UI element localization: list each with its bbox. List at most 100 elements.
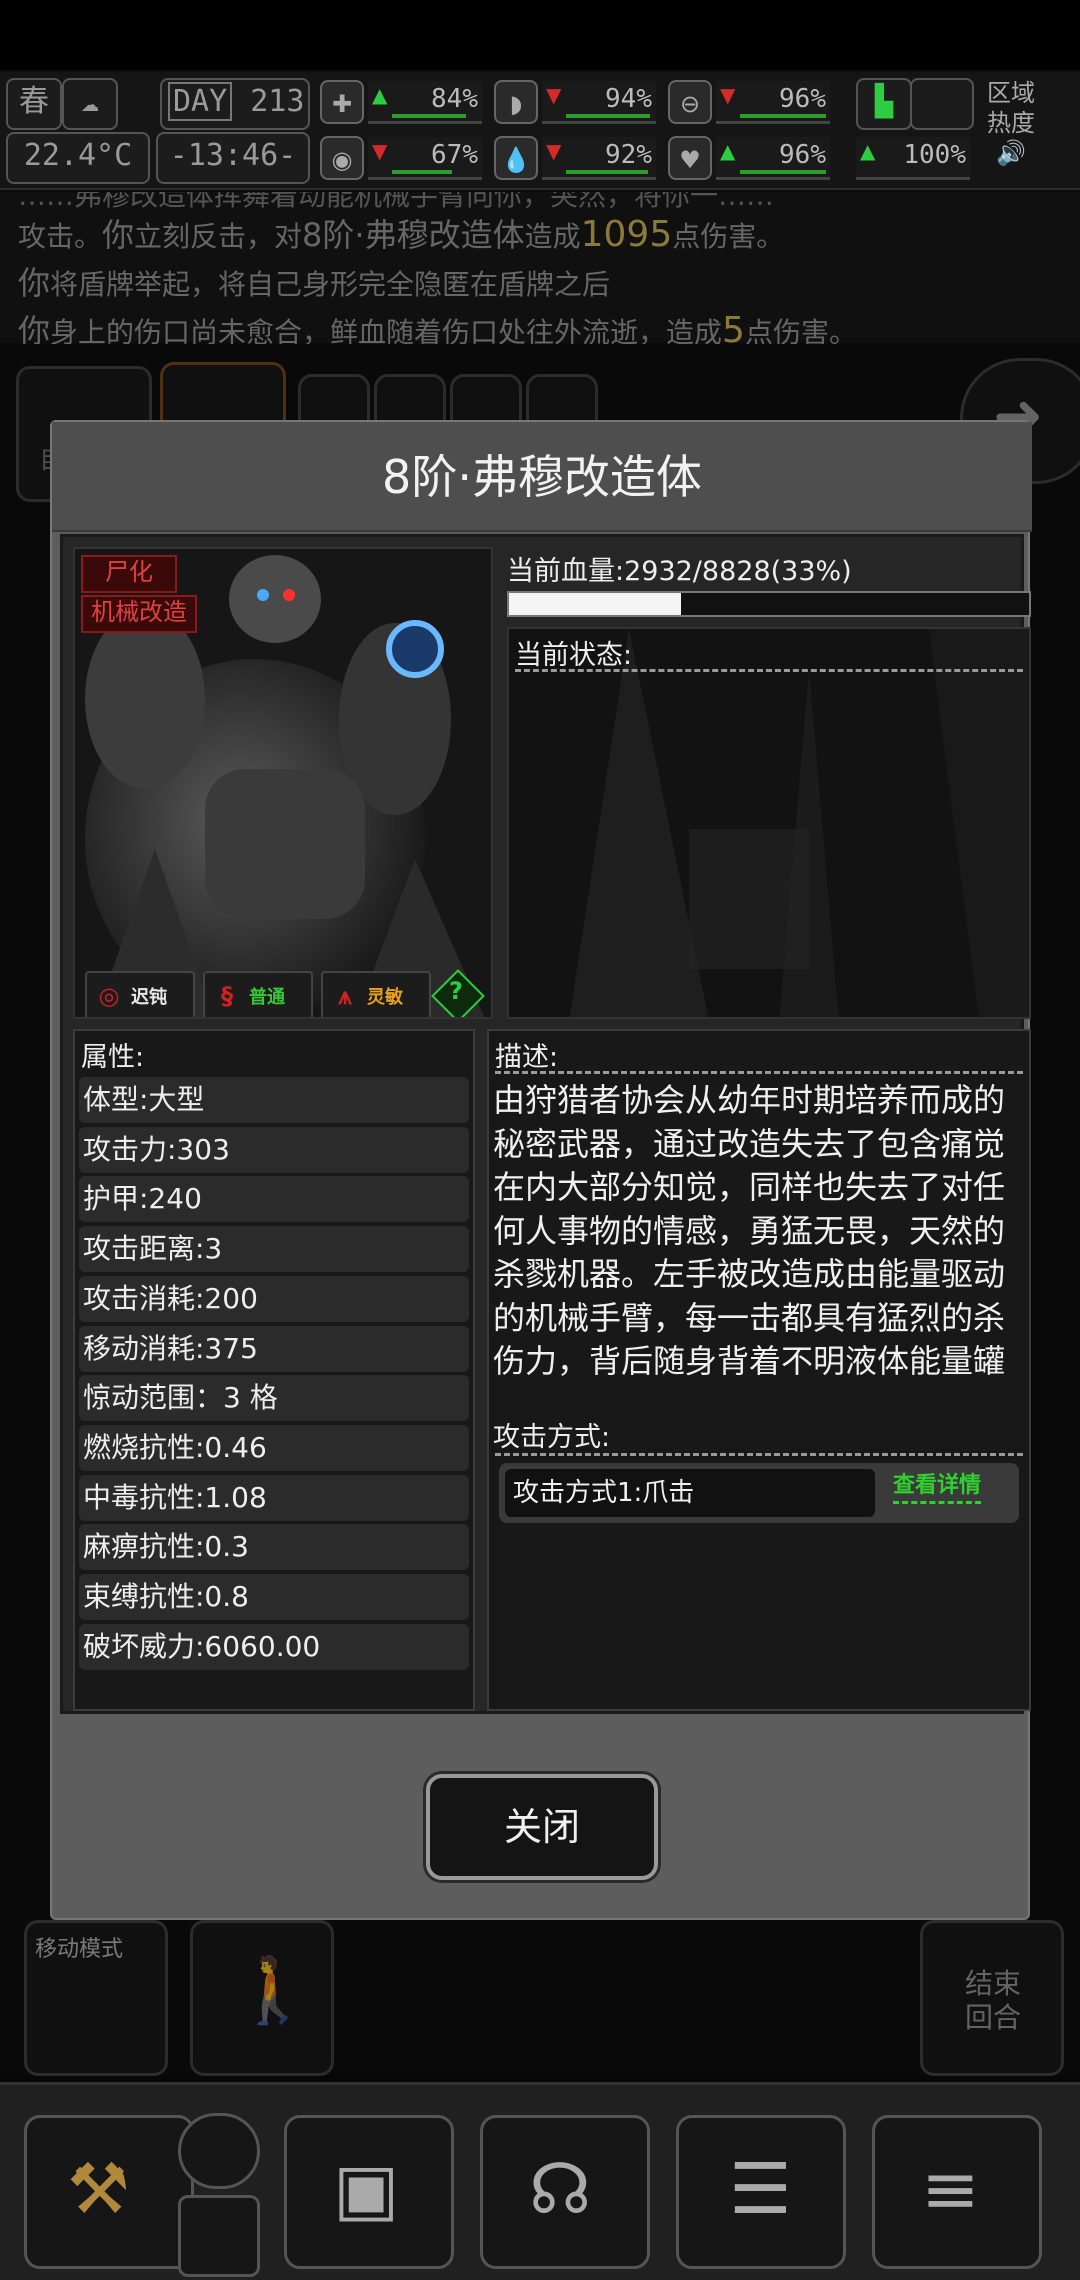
stat-medicine: ⊖ ▼ 96% <box>668 78 830 126</box>
heart-icon: ♥ <box>668 136 712 180</box>
combat-log: ……弗穆改造体挥舞着动能机械手臂向你，突然，将你一…… 攻击。你立刻反击，对8阶… <box>0 192 1080 351</box>
attribute-row: 中毒抗性:1.08 <box>79 1474 469 1521</box>
time-value: -13:46- <box>169 138 297 173</box>
log-line-1: 攻击。你立刻反击，对8阶·弗穆改造体造成1095点伤害。 <box>18 214 785 255</box>
day-number: 213 <box>250 84 305 119</box>
attribute-row: 护甲:240 <box>79 1176 469 1223</box>
hp-label: 当前血量:2932/8828(33%) <box>507 556 852 587</box>
time-box: -13:46- <box>156 132 310 184</box>
attack-item: 攻击方式1:爪击 查看详情 <box>499 1463 1019 1523</box>
zone-heat-button[interactable]: 区域 热度 🔊 <box>976 78 1046 178</box>
menu-icon: ≡ <box>921 2148 980 2230</box>
stat-sanity-bar <box>392 169 452 174</box>
attribute-row: 破坏威力:6060.00 <box>79 1623 469 1670</box>
speaker-icon: 🔊 <box>996 139 1026 167</box>
sense-sight-label: 迟钝 <box>131 987 167 1008</box>
attributes-header: 属性: <box>81 1042 145 1073</box>
status-header: 当前状态: <box>515 640 633 671</box>
attribute-row: 移动消耗:375 <box>79 1325 469 1372</box>
eye-sense-icon: ◎ <box>98 982 120 1010</box>
ear-sense-icon: § <box>221 982 233 1010</box>
stomach-icon: ◗ <box>494 80 538 124</box>
journal-button[interactable]: ☰ <box>676 2115 846 2269</box>
attribute-row: 攻击距离:3 <box>79 1226 469 1273</box>
skill-button[interactable] <box>178 2113 260 2189</box>
sub-skill-button[interactable] <box>178 2195 260 2277</box>
day-label: DAY <box>168 82 233 121</box>
hp-bar-fill <box>509 593 681 615</box>
hud-panel: 春 ☁ DAY 213 22.4°C -13:46- ✚ ▲ 84% ◗ ▼ 94%… <box>0 72 1080 190</box>
hammer-icon: ⚒ <box>67 2148 130 2230</box>
attack-header: 攻击方式: <box>493 1422 611 1453</box>
stat-thirst-bar <box>566 169 648 174</box>
status-background-art <box>509 629 1029 1017</box>
main-menu-button[interactable]: ≡ <box>872 2115 1042 2269</box>
stat-mood-value: 96% <box>779 139 826 170</box>
tag-mechanical-mod: 机械改造 <box>81 595 197 633</box>
zone-heat-label-1: 区域 <box>987 79 1035 107</box>
sense-smell-label: 灵敏 <box>367 987 403 1008</box>
stat-hunger-bar <box>566 113 650 118</box>
attribute-row: 体型:大型 <box>79 1077 469 1123</box>
stat-stamina: ▲ 100% <box>856 134 970 182</box>
sense-hearing[interactable]: § 普通 <box>203 971 313 1017</box>
log-line-2: 你将盾牌举起，将自己身形完全隐匿在盾牌之后 <box>18 264 611 302</box>
dialog-content: 尸化 机械改造 ◎ 迟钝 § 普通 ⩚ 灵敏 ? 当前血量:2932/8828(… <box>60 534 1031 1714</box>
medkit-icon: ✚ <box>320 80 364 124</box>
boot-icon: ▙ <box>856 78 912 130</box>
stat-stamina-value: 100% <box>903 139 966 170</box>
stat-medicine-value: 96% <box>779 83 826 114</box>
status-panel: 当前状态: <box>507 627 1031 1019</box>
tag-zombified: 尸化 <box>81 555 177 593</box>
enemy-portrait: 尸化 机械改造 ◎ 迟钝 § 普通 ⩚ 灵敏 ? <box>73 547 493 1019</box>
view-details-link[interactable]: 查看详情 <box>893 1471 982 1504</box>
stat-health-bar <box>392 113 466 118</box>
day-box: DAY 213 <box>160 78 310 130</box>
stat-mood: ♥ ▲ 96% <box>668 134 830 182</box>
close-button[interactable]: 关闭 <box>426 1774 658 1880</box>
attack-divider <box>495 1453 1023 1456</box>
sense-sight[interactable]: ◎ 迟钝 <box>85 971 195 1017</box>
nose-sense-icon: ⩚ <box>338 982 352 1010</box>
attribute-row: 燃烧抗性:0.46 <box>79 1424 469 1471</box>
stat-medicine-bar <box>740 113 826 118</box>
season-label: 春 <box>19 84 49 119</box>
description-divider <box>495 1071 1023 1074</box>
season-box: 春 <box>6 78 62 130</box>
log-line-cut: ……弗穆改造体挥舞着动能机械手臂向你，突然，将你一…… <box>18 192 775 212</box>
stat-mood-bar <box>740 169 826 174</box>
temperature-value: 22.4°C <box>23 138 133 173</box>
attributes-panel: 属性: 体型:大型 攻击力:303 护甲:240 攻击距离:3 攻击消耗:200 移动消耗… <box>73 1029 475 1711</box>
water-drop-icon: 💧 <box>494 136 538 180</box>
attribute-row: 攻击力:303 <box>79 1126 469 1173</box>
capsule-icon: ⊖ <box>668 80 712 124</box>
backpack-icon: ▣ <box>333 2148 400 2230</box>
zone-heat-label-2: 热度 <box>987 109 1035 137</box>
skills-brain-button[interactable]: ☊ <box>480 2115 650 2269</box>
cloud-rain-icon: ☁ <box>62 78 118 130</box>
stat-hunger: ◗ ▼ 94% <box>494 78 656 126</box>
description-text: 由狩猎者协会从幼年时期培养而成的秘密武器，通过改造失去了包含痛觉在内大部分知觉，… <box>493 1081 1006 1380</box>
attribute-row: 束缚抗性:0.8 <box>79 1574 469 1620</box>
question-mark: ? <box>449 977 463 1005</box>
hp-bar <box>507 591 1031 617</box>
dialog-title: 8阶·弗穆改造体 <box>52 422 1032 532</box>
stat-hunger-value: 94% <box>605 83 652 114</box>
eye-icon: ◉ <box>320 136 364 180</box>
backpack-button[interactable]: ▣ <box>284 2115 454 2269</box>
stat-health: ✚ ▲ 84% <box>320 78 482 126</box>
stat-sanity-value: 67% <box>431 139 478 170</box>
stat-sanity: ◉ ▼ 67% <box>320 134 482 182</box>
sense-smell[interactable]: ⩚ 灵敏 <box>321 971 431 1017</box>
enemy-info-dialog: 8阶·弗穆改造体 尸化 机械改造 ◎ 迟钝 § 普通 ⩚ 灵敏 ? 当前血量:2… <box>50 420 1032 1920</box>
temperature-box: 22.4°C <box>6 132 150 184</box>
weapon-button[interactable]: ⚒ <box>24 2115 194 2269</box>
attribute-row: 惊动范围：3 格 <box>79 1375 469 1422</box>
stamina-bars <box>910 78 974 130</box>
attribute-row: 麻痹抗性:0.3 <box>79 1524 469 1571</box>
brain-icon: ☊ <box>529 2148 592 2230</box>
attribute-row: 攻击消耗:200 <box>79 1275 469 1322</box>
description-panel: 描述: 由狩猎者协会从幼年时期培养而成的秘密武器，通过改造失去了包含痛觉在内大部… <box>487 1029 1031 1711</box>
attack-name: 攻击方式1:爪击 <box>505 1469 875 1517</box>
description-header: 描述: <box>495 1042 559 1073</box>
